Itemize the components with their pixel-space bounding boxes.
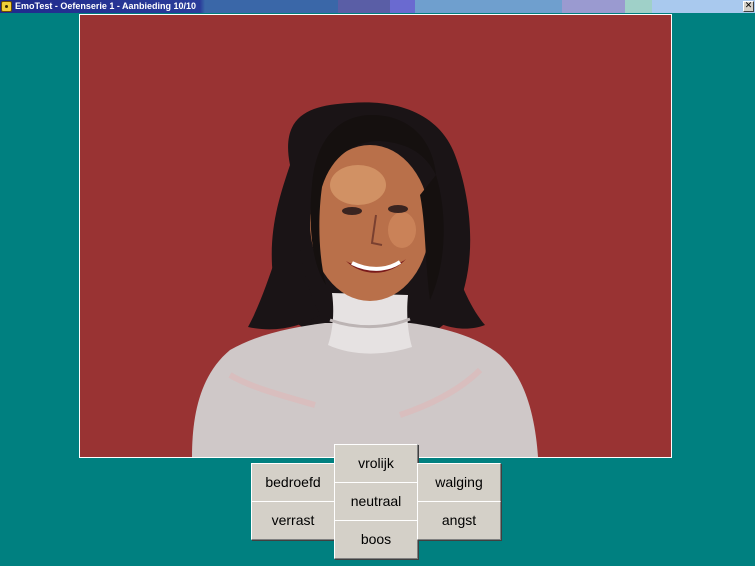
window-title: EmoTest - Oefenserie 1 - Aanbieding 10/1… [15, 1, 197, 11]
boos-button[interactable]: boos [334, 520, 418, 559]
close-button[interactable]: ✕ [743, 1, 754, 12]
app-icon [1, 1, 12, 12]
title-bar: EmoTest - Oefenserie 1 - Aanbieding 10/1… [0, 0, 755, 13]
walging-button[interactable]: walging [417, 463, 501, 502]
face-photo-icon [80, 15, 671, 457]
vrolijk-button[interactable]: vrolijk [334, 444, 418, 483]
bedroefd-button[interactable]: bedroefd [251, 463, 335, 502]
verrast-button[interactable]: verrast [251, 501, 335, 540]
neutraal-button[interactable]: neutraal [334, 482, 418, 521]
stimulus-photo [79, 14, 672, 458]
angst-button[interactable]: angst [417, 501, 501, 540]
